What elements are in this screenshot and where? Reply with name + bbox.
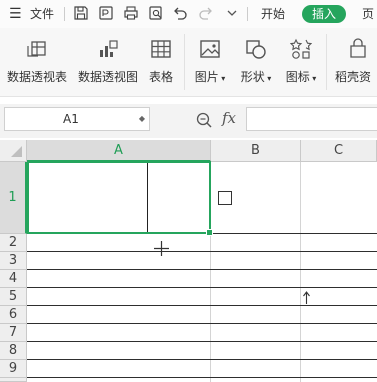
cell-divider-line [147,163,148,232]
pivot-chart-button[interactable]: 数据透视图 [77,38,139,85]
row-header-6[interactable]: 6 [0,306,27,324]
undo-icon[interactable] [172,5,188,21]
row-border [27,359,377,360]
print-preview-icon[interactable] [148,5,164,21]
shape-icon [245,38,267,60]
print-icon[interactable] [123,5,139,21]
row-header-5[interactable]: 5 [0,288,27,306]
checkbox[interactable] [218,191,232,205]
zoom-icon[interactable] [195,111,213,129]
row-border [27,287,377,288]
fill-handle[interactable] [206,229,213,236]
docer-icon [347,38,369,60]
ribbon-toolbar: 数据透视表 数据透视图 表格 图片 ▾ 形状 ▾ 图标 ▾ 稻壳资 [0,28,377,97]
pivot-table-icon [26,38,48,60]
row-header-1[interactable]: 1 [0,162,27,234]
chevron-down-icon[interactable] [224,5,240,21]
row-header-3[interactable]: 3 [0,252,27,270]
select-all-corner[interactable] [0,140,27,162]
pivot-table-label: 数据透视表 [6,70,67,84]
selected-cell-a1[interactable] [27,161,213,236]
row-border [27,323,377,324]
row-header-2[interactable]: 2 [0,234,27,252]
up-arrow-cursor-icon [302,291,311,305]
ribbon-divider [184,34,185,90]
table-button[interactable]: 表格 [146,38,176,85]
row-border [27,341,377,342]
row-border [27,269,377,270]
pivot-chart-label: 数据透视图 [77,70,138,84]
tab-home[interactable]: 开始 [261,0,285,28]
picture-button[interactable]: 图片 ▾ [191,38,229,85]
tab-page-layout[interactable]: 页 [362,0,374,28]
redo-icon[interactable] [198,5,214,21]
row-border [27,305,377,306]
column-header-a[interactable]: A [27,140,211,162]
divider [247,7,248,21]
pivot-table-button[interactable]: 数据透视表 [6,38,68,85]
shape-label: 形状 ▾ [240,70,272,84]
pivot-chart-icon [97,38,119,60]
menu-bar: ☰ 文件 开始 插入 页 [0,0,377,28]
row-border [27,251,377,252]
chevron-down-icon[interactable]: ◆ [139,108,145,130]
column-gridline [300,162,301,382]
table-label: 表格 [148,70,173,84]
shape-button[interactable]: 形状 ▾ [237,38,275,85]
icon-library-icon [289,38,313,60]
picture-label: 图片 ▾ [194,70,226,84]
hamburger-menu-icon[interactable]: ☰ [9,0,22,28]
row-header-7[interactable]: 7 [0,324,27,342]
crosshair-cursor-icon [154,241,169,256]
name-box[interactable]: A1 ◆ [4,107,150,131]
column-header-c[interactable]: C [301,140,377,162]
row-header-10[interactable] [0,378,27,382]
column-header-b[interactable]: B [211,140,301,162]
row-header-4[interactable]: 4 [0,270,27,288]
divider [64,7,65,21]
save-icon[interactable] [73,5,89,21]
docer-button[interactable]: 稻壳资 [335,38,377,85]
fx-icon[interactable]: fx [222,109,236,127]
row-header-8[interactable]: 8 [0,342,27,360]
tab-insert[interactable]: 插入 [302,5,346,23]
row-border [27,377,377,378]
name-box-value: A1 [63,112,79,126]
file-menu[interactable]: 文件 [30,0,54,28]
icon-library-button[interactable]: 图标 ▾ [282,38,320,85]
icon-library-label: 图标 ▾ [285,70,317,84]
formula-input[interactable] [246,107,377,131]
export-pdf-icon[interactable] [98,5,114,21]
picture-icon [199,38,221,60]
ribbon-divider [326,34,327,90]
docer-label: 稻壳资 [335,70,372,84]
table-icon [150,38,172,60]
row-header-9[interactable]: 9 [0,360,27,378]
